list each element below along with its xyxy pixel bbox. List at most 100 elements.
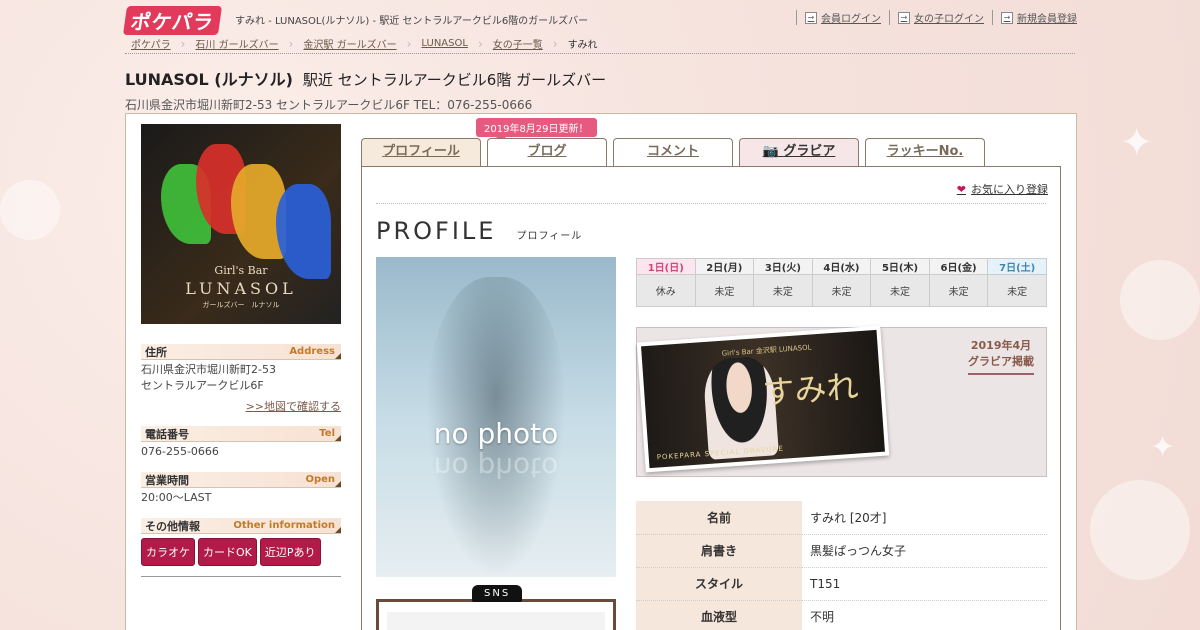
detail-label: 名前	[636, 501, 802, 535]
camera-icon: 📷	[762, 144, 784, 159]
header-links: → 会員ログイン → 女の子ログイン → 新規会員登録	[796, 10, 1077, 25]
member-login-label: 会員ログイン	[821, 14, 881, 25]
address-heading: 住所 Address	[141, 344, 341, 360]
shop-title: LUNASOL (ルナソル) 駅近 セントラルアークビル6階 ガールズバー	[125, 66, 1075, 90]
map-link[interactable]: >>地図で確認する	[141, 398, 341, 414]
sign-line: LUNASOL	[185, 279, 297, 298]
table-row: スタイル T151	[636, 567, 1047, 601]
shop-image[interactable]: Girl's Bar LUNASOL ガールズバー ルナソル	[141, 124, 341, 324]
main-panel: Girl's Bar LUNASOL ガールズバー ルナソル 住所 Address…	[125, 113, 1077, 630]
profile-details-table: 名前 すみれ [20才] 肩書き 黒髪ぱっつん女子 スタイル T151 血液型 不明	[636, 501, 1047, 630]
open-label: 営業時間	[145, 473, 189, 487]
detail-label: スタイル	[636, 567, 802, 601]
update-notice: 2019年8月29日更新！	[476, 118, 597, 142]
feature-tag: カードOK	[198, 538, 257, 566]
login-icon: →	[898, 11, 910, 24]
tab-lucky-number[interactable]: ラッキーNo.	[865, 138, 985, 166]
divider	[376, 203, 1046, 204]
schedule-day: 5日(木)	[870, 258, 930, 275]
page-wrapper: ポケパラ すみれ - LUNASOL(ルナソル) - 駅近 セントラルアークビル…	[122, 0, 1077, 630]
feature-tags: カラオケ カードOK 近辺Pあり	[141, 538, 341, 566]
tel-label: 電話番号	[145, 427, 189, 441]
schedule-status-row: 休み 未定 未定 未定 未定 未定 未定	[636, 274, 1047, 307]
other-label: その他情報	[145, 519, 200, 533]
address-label: 住所	[145, 345, 167, 359]
tel-value: 076-255-0666	[141, 445, 219, 458]
chevron-right-icon: ›	[180, 36, 186, 51]
detail-value: すみれ [20才]	[802, 501, 1047, 535]
other-heading: その他情報 Other information	[141, 518, 341, 534]
site-logo[interactable]: ポケパラ	[122, 6, 223, 35]
profile-heading: PROFILE プロフィール	[376, 217, 582, 245]
table-row: 名前 すみれ [20才]	[636, 501, 1047, 535]
chevron-right-icon: ›	[552, 36, 558, 51]
member-login-link[interactable]: → 会員ログイン	[796, 10, 881, 25]
gravure-box: Girl's Bar 金沢駅 LUNASOL すみれ POKEPARA SPEC…	[636, 325, 1047, 477]
tab-gravure[interactable]: 📷 グラビア	[739, 138, 859, 166]
no-photo-text: no photo	[433, 417, 559, 450]
chevron-right-icon: ›	[288, 36, 294, 51]
schedule-day: 2日(月)	[694, 258, 755, 275]
breadcrumb-item[interactable]: 金沢駅 ガールズバー	[303, 36, 396, 51]
tab-gravure-label: グラビア	[783, 144, 836, 159]
sparkle-icon: ✦	[1120, 120, 1154, 166]
profile-heading-en: PROFILE	[376, 217, 497, 245]
shop-sidebar: Girl's Bar LUNASOL ガールズバー ルナソル 住所 Address…	[141, 124, 341, 577]
tel-label-en: Tel	[319, 428, 335, 439]
chevron-right-icon: ›	[406, 36, 412, 51]
breadcrumb-item[interactable]: 女の子一覧	[493, 36, 543, 51]
schedule-header-row: 1日(日) 2日(月) 3日(火) 4日(水) 5日(木) 6日(金) 7日(土…	[636, 258, 1047, 275]
login-icon: →	[805, 11, 817, 24]
address-line: セントラルアークビル6F	[141, 379, 264, 392]
tab-comment[interactable]: コメント	[613, 138, 733, 166]
detail-value: 黒髪ぱっつん女子	[802, 534, 1047, 568]
heart-icon: ❤	[956, 182, 966, 196]
chevron-right-icon: ›	[477, 36, 483, 51]
breadcrumb-item[interactable]: 石川 ガールズバー	[195, 36, 278, 51]
profile-heading-jp: プロフィール	[516, 231, 583, 242]
schedule-day: 3日(火)	[753, 258, 813, 275]
sparkle-icon: ✦	[1150, 430, 1176, 465]
schedule-status: 未定	[811, 274, 872, 307]
schedule-status: 休み	[636, 274, 696, 307]
favorite-button[interactable]: ❤ お気に入り登録	[957, 181, 1048, 197]
page-heading-text: すみれ - LUNASOL(ルナソル) - 駅近 セントラルアークビル6階のガー…	[235, 16, 589, 27]
profile-content: ❤ お気に入り登録 PROFILE プロフィール no photo no phot…	[361, 166, 1061, 630]
register-link[interactable]: → 新規会員登録	[992, 10, 1077, 25]
breadcrumb: ポケパラ › 石川 ガールズバー › 金沢駅 ガールズバー › LUNASOL › 女の…	[125, 34, 1075, 54]
sign-line: ガールズバー ルナソル	[202, 301, 280, 309]
schedule-day: 6日(金)	[928, 258, 989, 275]
schedule-status: 未定	[928, 274, 989, 307]
tab-profile[interactable]: プロフィール	[361, 138, 481, 166]
gravure-date-line: 2019年4月	[970, 339, 1032, 352]
profile-photo: no photo no photo	[376, 257, 616, 577]
breadcrumb-item[interactable]: ポケパラ	[131, 36, 171, 51]
table-row: 血液型 不明	[636, 600, 1047, 630]
gravure-photo[interactable]: Girl's Bar 金沢駅 LUNASOL すみれ POKEPARA SPEC…	[636, 325, 890, 473]
shop-name: LUNASOL (ルナソル)	[125, 70, 293, 89]
feature-tag: 近辺Pあり	[259, 538, 321, 566]
favorite-label: お気に入り登録	[971, 183, 1048, 196]
breadcrumb-item[interactable]: LUNASOL	[421, 38, 468, 49]
address-line: 石川県金沢市堀川新町2-53	[141, 363, 276, 376]
shop-subtitle: 駅近 セントラルアークビル6階 ガールズバー	[302, 71, 607, 89]
divider	[141, 576, 341, 577]
profile-tabs: プロフィール ブログ コメント 📷 グラビア ラッキーNo.	[361, 138, 985, 166]
shop-sign: Girl's Bar LUNASOL ガールズバー ルナソル	[151, 264, 331, 310]
login-icon: →	[1001, 11, 1013, 24]
open-label-en: Open	[305, 474, 335, 485]
address-label-en: Address	[289, 346, 335, 357]
register-label: 新規会員登録	[1017, 14, 1077, 25]
schedule-table: 1日(日) 2日(月) 3日(火) 4日(水) 5日(木) 6日(金) 7日(土…	[636, 258, 1047, 307]
sns-label: SNS	[472, 585, 523, 602]
tab-blog[interactable]: ブログ	[487, 138, 607, 166]
gravure-date[interactable]: 2019年4月 グラビア掲載	[968, 338, 1034, 375]
bokeh-decoration	[1090, 480, 1190, 580]
feature-tag: カラオケ	[141, 538, 195, 566]
girl-login-link[interactable]: → 女の子ログイン	[889, 10, 984, 25]
schedule-day: 1日(日)	[636, 258, 696, 275]
bokeh-decoration	[1120, 260, 1200, 340]
schedule-day: 7日(土)	[987, 258, 1047, 275]
detail-value: 不明	[802, 600, 1047, 630]
open-heading: 営業時間 Open	[141, 472, 341, 488]
